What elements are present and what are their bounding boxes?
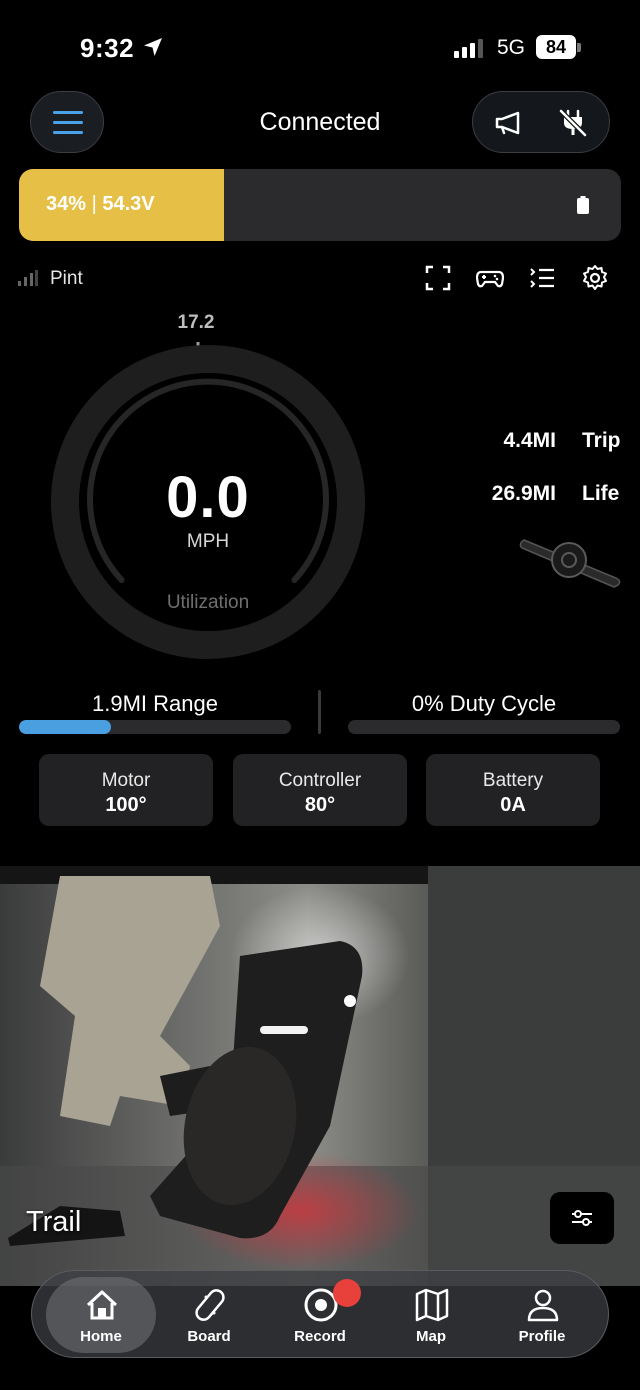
controller-temp-card: Controller 80°	[233, 754, 407, 826]
motor-temp-card: Motor 100°	[39, 754, 213, 826]
signal-icon	[454, 39, 483, 58]
life-distance: 26.9MI	[491, 482, 556, 505]
battery-separator: |	[91, 193, 103, 215]
board-battery-bar: 34% | 54.3V	[19, 169, 621, 241]
phone-battery: 84	[536, 35, 576, 59]
rider-illustration	[0, 866, 640, 1286]
page-title: Connected	[259, 108, 381, 136]
motor-temp-label: Motor	[101, 770, 151, 791]
nav-map-label: Map	[416, 1328, 446, 1345]
nav-home[interactable]: Home	[46, 1277, 156, 1353]
gear-icon[interactable]	[581, 264, 609, 292]
battery-current-card: Battery 0A	[426, 754, 600, 826]
bottom-nav: Home Board Record Map Profile	[31, 1270, 609, 1358]
nav-board-label: Board	[187, 1328, 231, 1345]
battery-percent: 34%	[46, 193, 87, 215]
ride-mode-settings-button[interactable]	[550, 1192, 614, 1244]
megaphone-icon[interactable]	[493, 107, 525, 139]
menu-button[interactable]	[30, 91, 104, 153]
ride-mode-label: Trail	[26, 1206, 82, 1238]
hamburger-menu-icon	[53, 111, 83, 114]
board-name: Pint	[50, 268, 83, 289]
fullscreen-icon[interactable]	[424, 264, 452, 292]
unplug-icon[interactable]	[557, 107, 589, 139]
divider	[318, 690, 321, 734]
range-bar	[19, 720, 291, 734]
duty-cycle-bar	[348, 720, 620, 734]
utilization-label: Utilization	[166, 592, 250, 613]
battery-voltage: 54.3V	[102, 193, 155, 215]
network-type: 5G	[497, 36, 526, 59]
nav-home-label: Home	[80, 1328, 122, 1345]
list-icon[interactable]	[528, 264, 556, 292]
header-actions	[472, 91, 610, 153]
gamepad-icon[interactable]	[476, 264, 504, 292]
battery-current-label: Battery	[482, 770, 544, 791]
status-time: 9:32	[80, 33, 135, 63]
hamburger-line	[53, 131, 83, 134]
range-label: 1.9MI Range	[92, 691, 218, 716]
battery-current-value: 0A	[500, 794, 526, 816]
sliders-icon	[572, 1210, 592, 1226]
ride-mode-image	[0, 866, 640, 1286]
hamburger-line	[53, 121, 83, 124]
profile-icon	[527, 1289, 559, 1322]
speed-readout: 0.0	[166, 465, 250, 530]
controller-temp-value: 80°	[304, 794, 336, 816]
life-label: Life	[582, 482, 620, 505]
controller-temp-label: Controller	[278, 770, 362, 791]
battery-readout: 34% | 54.3V	[46, 193, 155, 216]
nav-profile[interactable]: Profile	[487, 1277, 597, 1353]
nav-record-label: Record	[294, 1328, 346, 1345]
battery-icon	[577, 196, 589, 214]
home-icon	[86, 1290, 118, 1320]
onewheel-icon	[519, 539, 621, 588]
location-arrow-icon	[144, 38, 162, 56]
motor-temp-value: 100°	[105, 794, 147, 816]
map-icon	[415, 1288, 449, 1322]
nav-map[interactable]: Map	[376, 1277, 486, 1353]
trip-label: Trip	[582, 429, 621, 452]
recording-indicator-dot	[333, 1279, 361, 1307]
board-signal-icon	[18, 270, 38, 286]
nav-board[interactable]: Board	[154, 1277, 264, 1353]
skateboard-icon	[195, 1289, 225, 1321]
status-bar: 9:32 5G 84	[0, 0, 640, 90]
battery-nub	[577, 43, 581, 52]
trip-distance: 4.4MI	[503, 429, 556, 452]
gauge-max-speed: 17.2	[177, 312, 215, 333]
range-bar-fill	[19, 720, 112, 734]
nav-profile-label: Profile	[518, 1328, 566, 1345]
speed-unit: MPH	[186, 531, 230, 552]
duty-cycle-label: 0% Duty Cycle	[411, 691, 557, 716]
